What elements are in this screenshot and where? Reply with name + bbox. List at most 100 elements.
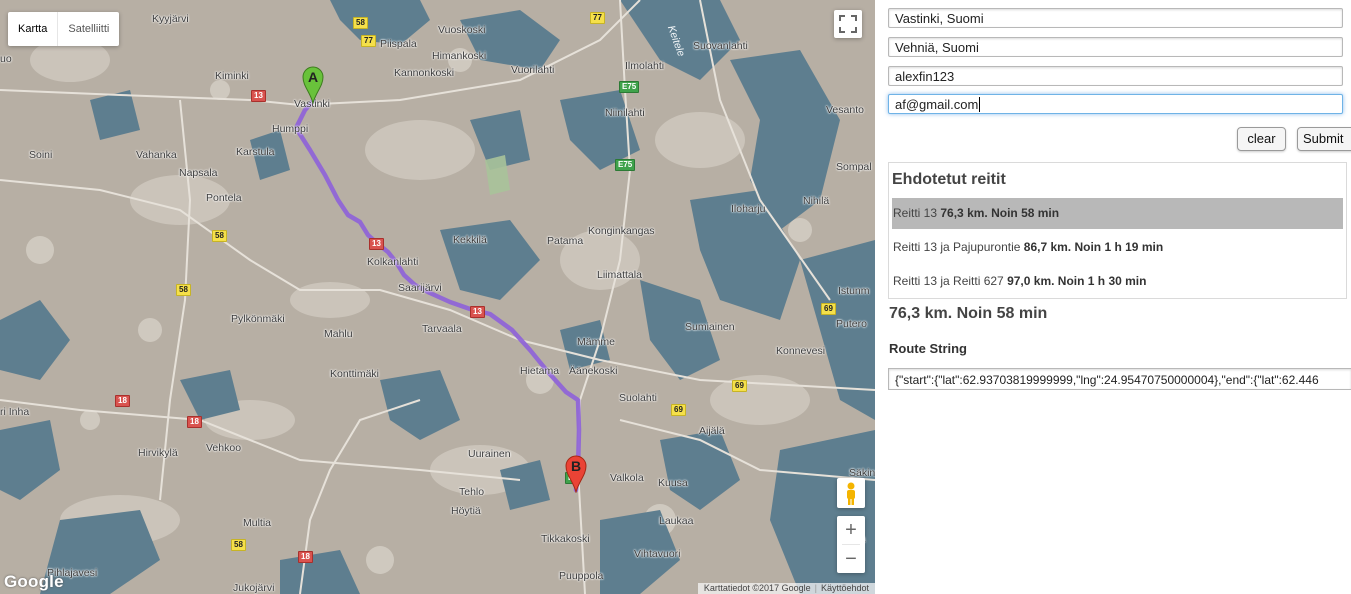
route-option[interactable]: Reitti 13 ja Reitti 627 97,0 km. Noin 1 … bbox=[892, 266, 1343, 297]
place-label: Kolkanlahti bbox=[367, 256, 419, 268]
road-shield: 18 bbox=[187, 416, 202, 428]
place-label: Niinilahti bbox=[605, 107, 645, 119]
zoom-in-button[interactable]: + bbox=[837, 516, 865, 544]
zoom-out-button[interactable]: − bbox=[837, 545, 865, 573]
place-label: Kiminki bbox=[215, 70, 249, 82]
place-label: Suolahti bbox=[619, 392, 657, 404]
place-label: Kannonkoski bbox=[394, 67, 455, 79]
attribution-text: Karttatiedot ©2017 Google bbox=[703, 583, 811, 593]
road-shield: 58 bbox=[231, 539, 246, 551]
road-shield: 58 bbox=[353, 17, 368, 29]
place-label: Tarvaala bbox=[422, 323, 462, 335]
place-label: Vehkoo bbox=[206, 442, 242, 454]
place-label: Pylkönmäki bbox=[231, 313, 285, 325]
google-logo: Google bbox=[4, 572, 64, 591]
end-input[interactable]: Vehniä, Suomi bbox=[888, 37, 1343, 57]
map-terrain bbox=[0, 0, 875, 594]
email-input[interactable]: af@gmail.com bbox=[888, 94, 1343, 114]
route-string-input[interactable]: {"start":{"lat":62.93703819999999,"lng":… bbox=[888, 368, 1351, 390]
place-label: Uurainen bbox=[468, 448, 511, 460]
road-shield: 13 bbox=[251, 90, 266, 102]
clear-button[interactable]: clear bbox=[1237, 127, 1286, 151]
place-label: Hietama bbox=[520, 365, 560, 377]
place-label: Soini bbox=[29, 149, 53, 161]
map-view[interactable]: Kyyjärvi Piispala Vuoskoski Suovanlahti … bbox=[0, 0, 875, 594]
road-shield: 77 bbox=[361, 35, 376, 47]
map-attribution: Karttatiedot ©2017 Google | Käyttöehdot bbox=[697, 583, 875, 594]
place-label: Valkola bbox=[610, 472, 644, 484]
route-name: Reitti 13 ja Reitti 627 bbox=[893, 274, 1004, 288]
street-view-button[interactable] bbox=[837, 478, 865, 508]
route-detail: 76,3 km. Noin 58 min bbox=[940, 206, 1060, 220]
road-shield: 13 bbox=[470, 306, 485, 318]
place-label: Sompal bbox=[836, 161, 872, 173]
route-summary: 76,3 km. Noin 58 min bbox=[889, 305, 1048, 322]
place-label: Ilmolahti bbox=[625, 60, 665, 72]
place-label: Kyyjärvi bbox=[152, 13, 189, 25]
place-label: Tikkakoski bbox=[541, 533, 590, 545]
email-value: af@gmail.com bbox=[895, 97, 979, 112]
place-label: Putero bbox=[836, 318, 867, 330]
place-label: Humppi bbox=[272, 123, 309, 135]
place-label: Konnevesi bbox=[776, 345, 826, 357]
road-shield: 77 bbox=[590, 12, 605, 24]
road-shield: 69 bbox=[732, 380, 747, 392]
route-option[interactable]: Reitti 13 76,3 km. Noin 58 min bbox=[892, 198, 1343, 229]
place-label: Liimattala bbox=[597, 269, 642, 281]
place-label: Patama bbox=[547, 235, 584, 247]
place-label: ri Inha bbox=[0, 406, 30, 418]
place-label: Saarijärvi bbox=[398, 282, 442, 294]
place-label: Vesanto bbox=[826, 104, 864, 116]
road-shield: 58 bbox=[176, 284, 191, 296]
place-label: Mämme bbox=[577, 336, 615, 348]
marker-label: A bbox=[307, 69, 319, 85]
place-label: Nihilä bbox=[803, 195, 830, 207]
place-label: Vuoskoski bbox=[438, 24, 486, 36]
place-label: Kekkilä bbox=[453, 234, 487, 246]
place-label: Suovanlahti bbox=[693, 40, 748, 52]
road-shield: 13 bbox=[369, 238, 384, 250]
directions-panel: Vastinki, Suomi Vehniä, Suomi alexfin123… bbox=[875, 0, 1351, 594]
place-label: Napsala bbox=[179, 167, 218, 179]
route-detail: 86,7 km. Noin 1 h 19 min bbox=[1023, 240, 1164, 254]
map-type-satelliitti-button[interactable]: Satelliitti bbox=[58, 12, 119, 46]
place-label: Vahanka bbox=[136, 149, 177, 161]
place-label: Vuorilahti bbox=[511, 64, 555, 76]
start-marker[interactable]: A bbox=[302, 66, 324, 105]
place-label: Hirvikylä bbox=[138, 447, 178, 459]
map-type-kartta-button[interactable]: Kartta bbox=[8, 12, 59, 46]
place-label: Puuppola bbox=[559, 570, 604, 582]
place-label: Tehlo bbox=[459, 486, 485, 498]
place-label: Piispala bbox=[380, 38, 417, 50]
pegman-icon bbox=[847, 482, 855, 505]
road-shield: 58 bbox=[212, 230, 227, 242]
road-shield: 69 bbox=[821, 303, 836, 315]
road-shield: 18 bbox=[115, 395, 130, 407]
road-shield: E75 bbox=[619, 81, 640, 93]
route-name: Reitti 13 ja Pajupurontie bbox=[893, 240, 1021, 254]
submit-button[interactable]: Submit bbox=[1297, 127, 1351, 151]
route-detail: 97,0 km. Noin 1 h 30 min bbox=[1007, 274, 1147, 288]
zoom-control: + − bbox=[837, 516, 865, 573]
place-label: Laukaa bbox=[659, 515, 694, 527]
place-label: Konginkangas bbox=[588, 225, 655, 237]
map-type-control: Kartta Satelliitti bbox=[8, 12, 120, 46]
route-name: Reitti 13 bbox=[893, 206, 938, 220]
place-label: Iloharju bbox=[731, 203, 766, 215]
place-label: Mahlu bbox=[324, 328, 353, 340]
place-label: uo bbox=[0, 53, 12, 65]
place-label: Konttimäki bbox=[330, 368, 380, 380]
end-marker[interactable]: B bbox=[565, 455, 587, 494]
place-label: Himankoski bbox=[432, 50, 487, 62]
place-label: Jukojärvi bbox=[233, 582, 275, 594]
route-option[interactable]: Reitti 13 ja Pajupurontie 86,7 km. Noin … bbox=[892, 232, 1343, 263]
place-label: Sumiainen bbox=[685, 321, 735, 333]
place-label: Vihtavuori bbox=[634, 548, 681, 560]
road-shield: E75 bbox=[615, 159, 636, 171]
fullscreen-button[interactable] bbox=[834, 10, 862, 38]
username-input[interactable]: alexfin123 bbox=[888, 66, 1343, 86]
start-input[interactable]: Vastinki, Suomi bbox=[888, 8, 1343, 28]
routes-heading: Ehdotetut reitit bbox=[892, 171, 1006, 188]
terms-link[interactable]: Käyttöehdot bbox=[821, 583, 869, 593]
place-label: Pontela bbox=[206, 192, 242, 204]
